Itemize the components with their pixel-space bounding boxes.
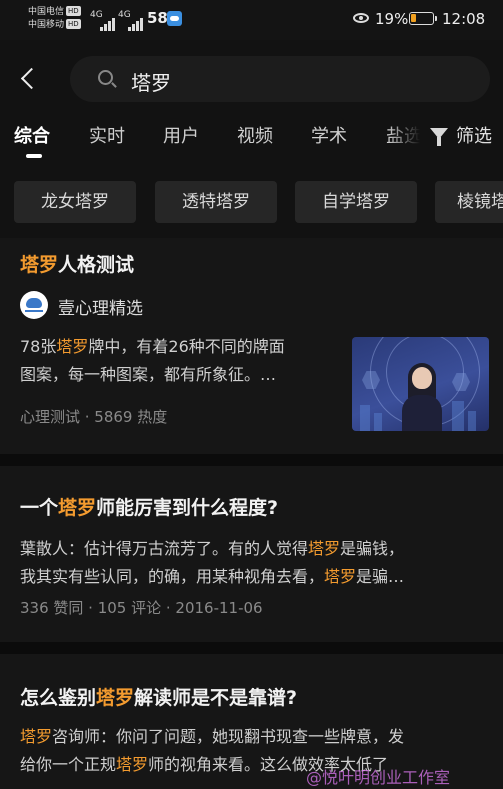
carrier-info: 中国电信 HD 中国移动 HD <box>28 6 81 32</box>
source-logo-icon <box>20 291 48 319</box>
status-bar: 中国电信 HD 中国移动 HD 4G 4G 58 19% 12:08 <box>0 0 503 40</box>
result-excerpt[interactable]: 78张塔罗牌中，有着26种不同的牌面 图案，每一种图案，都有所象征。… <box>20 333 345 389</box>
eye-comfort-icon <box>353 13 369 23</box>
related-chip[interactable]: 棱镜塔罗 <box>435 181 503 223</box>
tab-bar: 综合 实时 用户 视频 学术 盐选 筛选 <box>0 118 503 158</box>
network-speed: 58 <box>147 9 168 27</box>
search-input[interactable]: 塔罗 <box>131 67 171 96</box>
signal-bars-icon <box>128 12 144 31</box>
back-arrow-icon[interactable] <box>16 64 44 94</box>
source-name[interactable]: 壹心理精选 <box>58 294 143 319</box>
result-thumbnail[interactable] <box>352 337 489 431</box>
result-title[interactable]: 怎么鉴别塔罗解读师是不是靠谱? <box>20 683 297 710</box>
tab-academic[interactable]: 学术 <box>311 122 347 148</box>
filter-button[interactable]: 筛选 <box>426 122 492 148</box>
related-chip[interactable]: 自学塔罗 <box>295 181 417 223</box>
hd-badge: HD <box>66 6 81 16</box>
result-title[interactable]: 一个塔罗师能厉害到什么程度? <box>20 493 278 520</box>
battery-percent: 19% <box>375 10 409 28</box>
watermark: @悦叶明创业工作室 <box>306 768 451 787</box>
carrier-2: 中国移动 <box>28 20 65 30</box>
result-meta: 336 赞同 · 105 评论 · 2016-11-06 <box>20 599 263 617</box>
tab-comprehensive[interactable]: 综合 <box>14 122 50 148</box>
result-excerpt[interactable]: 葉散人：估计得万古流芳了。有的人觉得塔罗是骗钱， 我其实有些认同，的确，用某种视… <box>20 535 490 591</box>
related-chip[interactable]: 透特塔罗 <box>155 181 277 223</box>
hd-badge: HD <box>66 19 81 29</box>
tab-realtime[interactable]: 实时 <box>89 122 125 148</box>
tab-video[interactable]: 视频 <box>237 122 273 148</box>
tab-active-indicator <box>26 154 42 158</box>
search-icon <box>98 70 113 85</box>
carrier-1: 中国电信 <box>28 7 65 17</box>
search-bar[interactable]: 塔罗 <box>70 56 490 102</box>
related-chip[interactable]: 龙女塔罗 <box>14 181 136 223</box>
result-title[interactable]: 塔罗人格测试 <box>20 250 134 277</box>
filter-label: 筛选 <box>456 126 492 147</box>
tab-users[interactable]: 用户 <box>163 122 199 148</box>
filter-icon <box>430 128 448 146</box>
result-meta: 心理测试 · 5869 热度 <box>20 408 168 426</box>
battery-icon <box>409 12 437 25</box>
signal-bars-icon <box>100 12 116 31</box>
divider <box>0 642 503 654</box>
clock: 12:08 <box>442 10 486 28</box>
cloud-app-icon <box>167 11 182 26</box>
tab-fade <box>388 118 428 154</box>
divider <box>0 454 503 466</box>
